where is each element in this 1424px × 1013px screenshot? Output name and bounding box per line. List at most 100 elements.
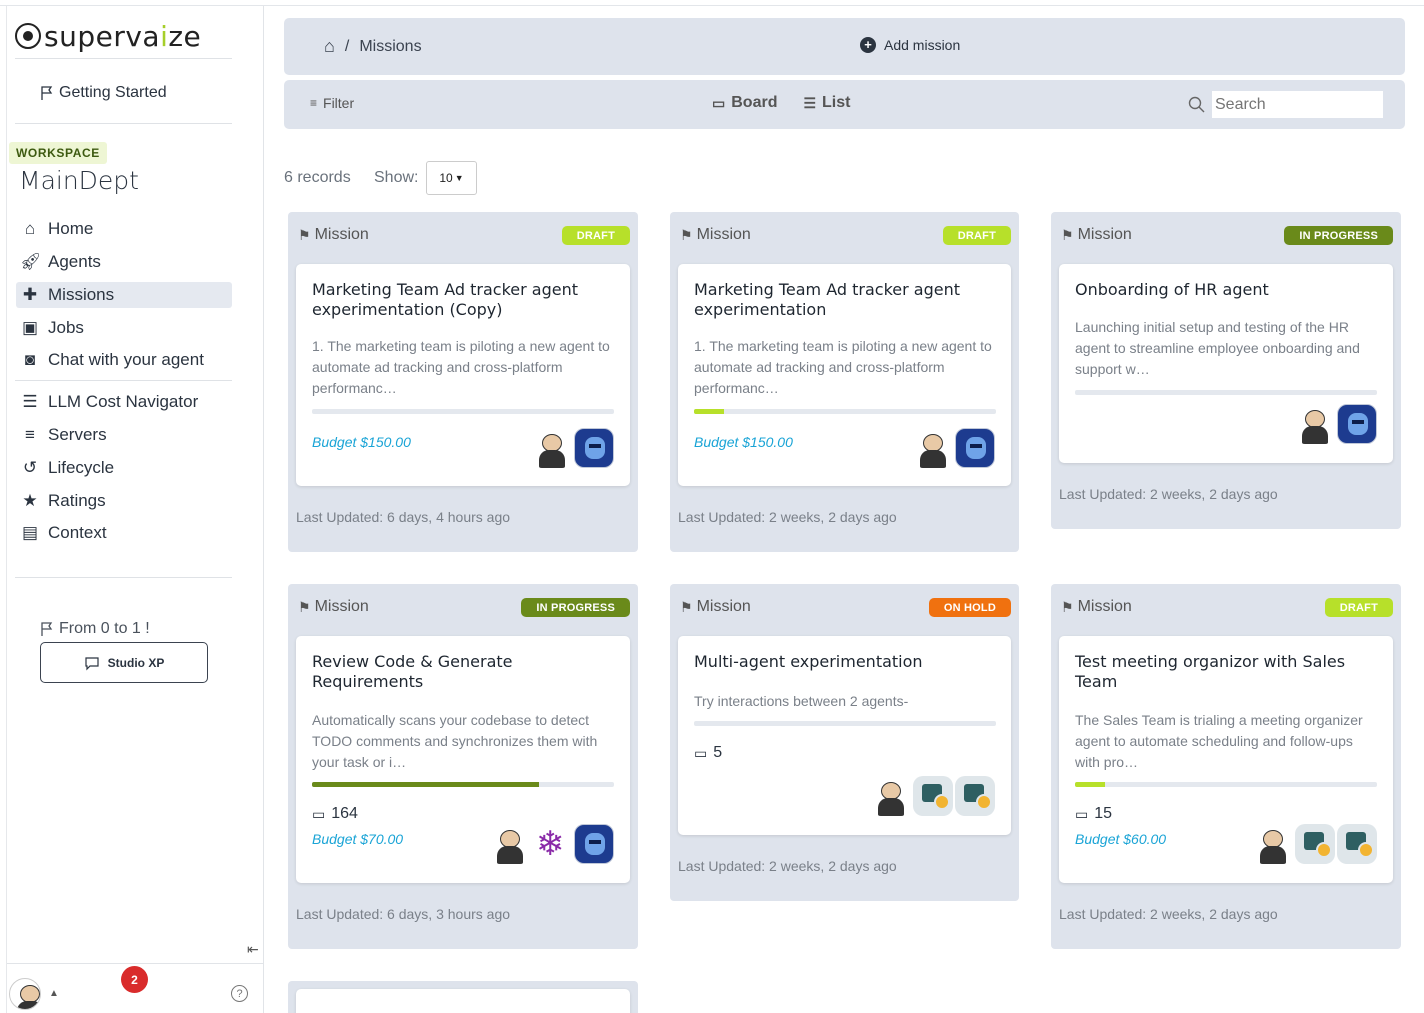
nav-item-chat[interactable]: ◙ Chat with your agent <box>16 347 232 373</box>
workspace-name[interactable]: MainDept <box>19 166 139 195</box>
add-mission-button[interactable]: + Add mission <box>860 37 960 53</box>
agent-avatar[interactable] <box>1295 824 1335 864</box>
mission-column: ⚑ Mission ON HOLD Multi-agent experimenta… <box>670 584 1019 901</box>
briefcase-icon: ▭ <box>312 805 326 822</box>
agent-avatar[interactable] <box>1337 404 1377 444</box>
nav-item-lifecycle[interactable]: ↺ Lifecycle <box>16 455 232 481</box>
divider <box>15 380 232 381</box>
mission-card[interactable]: Test meeting organizor with Sales Team T… <box>1059 636 1393 883</box>
user-avatar[interactable] <box>490 824 530 864</box>
status-badge: IN PROGRESS <box>1284 226 1393 245</box>
mission-description: 1. The marketing team is piloting a new … <box>694 338 992 396</box>
board-label: Board <box>731 94 778 111</box>
nav-label: Home <box>48 219 94 238</box>
agent-avatar[interactable] <box>532 824 572 864</box>
page-size-select[interactable]: 10 ▼ <box>426 161 477 195</box>
mission-header: ⚑ Mission <box>298 226 369 244</box>
progress-bar <box>694 721 996 726</box>
search-box <box>1188 91 1383 118</box>
nav-label: Lifecycle <box>48 458 115 477</box>
last-updated: Last Updated: 6 days, 3 hours ago <box>296 906 511 922</box>
briefcase-icon: ▣ <box>21 318 39 337</box>
records-count: 6 records <box>284 169 351 186</box>
user-avatar[interactable] <box>871 776 911 816</box>
breadcrumb-missions[interactable]: Missions <box>359 38 421 56</box>
mission-title[interactable]: Test meeting organizor with Sales Team <box>1075 652 1381 692</box>
status-badge: IN PROGRESS <box>521 598 630 617</box>
agent-avatar[interactable] <box>955 776 995 816</box>
robot-icon: ◙ <box>24 350 36 369</box>
nav-label: Servers <box>48 425 107 444</box>
help-icon[interactable]: ? <box>231 985 248 1002</box>
mission-title[interactable]: Marketing Team Ad tracker agent experime… <box>694 280 999 320</box>
nav-item-agents[interactable]: 🚀︎ Agents <box>16 249 232 275</box>
jobs-count[interactable]: ▭ 5 <box>694 744 722 762</box>
home-icon[interactable]: ⌂ <box>324 36 335 57</box>
nav-item-jobs[interactable]: ▣ Jobs <box>16 315 232 341</box>
jobs-count[interactable]: ▭ 164 <box>312 805 358 823</box>
mission-card[interactable]: Review Code & Generate Requirements Auto… <box>296 636 630 883</box>
server-icon: ≡ <box>25 425 35 444</box>
agent-avatar[interactable] <box>574 824 614 864</box>
user-avatar[interactable] <box>1253 824 1293 864</box>
user-avatar[interactable] <box>9 978 41 1010</box>
nav-label: Ratings <box>48 491 106 510</box>
mission-card[interactable]: Marketing Team Ad tracker agent experime… <box>296 264 630 486</box>
mission-title[interactable]: Multi-agent experimentation <box>694 652 999 672</box>
budget-text: Budget $150.00 <box>312 434 411 450</box>
collapse-sidebar-icon[interactable]: ⇤ <box>247 941 259 958</box>
status-badge: DRAFT <box>561 226 630 245</box>
search-input[interactable] <box>1212 91 1383 118</box>
user-avatar[interactable] <box>532 428 572 468</box>
mission-title[interactable]: Review Code & Generate Requirements <box>312 652 618 692</box>
progress-bar <box>312 409 614 414</box>
mission-title[interactable]: Onboarding of HR agent <box>1075 280 1381 300</box>
getting-started-link[interactable]: Getting Started <box>39 84 167 102</box>
filter-button[interactable]: ≡ Filter <box>310 95 354 111</box>
nav-item-ratings[interactable]: ★ Ratings <box>16 488 232 514</box>
status-badge: DRAFT <box>942 226 1011 245</box>
nav-item-missions[interactable]: ✚ Missions <box>16 282 232 308</box>
nav-item-home[interactable]: ⌂ Home <box>16 216 232 242</box>
board-view-button[interactable]: ▭ Board <box>712 94 777 112</box>
mission-card[interactable]: Onboarding of HR agent Launching initial… <box>1059 264 1393 463</box>
page-size-value: 10 <box>439 171 453 185</box>
show-label: Show: <box>374 169 419 186</box>
studio-xp-label: Studio XP <box>107 655 165 670</box>
filter-label: Filter <box>323 95 355 111</box>
mission-card[interactable] <box>296 989 630 1013</box>
agent-avatar[interactable] <box>913 776 953 816</box>
chevron-down-icon: ▼ <box>454 173 464 183</box>
progress-bar <box>1075 782 1377 787</box>
mission-title[interactable]: Marketing Team Ad tracker agent experime… <box>312 280 618 320</box>
agent-avatar[interactable] <box>955 428 995 468</box>
list-view-button[interactable]: ☰ List <box>803 94 850 112</box>
agent-avatar[interactable] <box>1337 824 1377 864</box>
nav-item-llm-cost[interactable]: ☰ LLM Cost Navigator <box>16 389 232 415</box>
nav-item-context[interactable]: ▤ Context <box>16 520 232 546</box>
last-updated: Last Updated: 6 days, 4 hours ago <box>296 509 511 525</box>
mission-header: ⚑ Mission <box>680 598 751 616</box>
notification-badge[interactable]: 2 <box>121 966 148 993</box>
mission-description: 1. The marketing team is piloting a new … <box>312 338 610 396</box>
supervaize-logo[interactable]: supervaize <box>15 16 201 56</box>
jobs-count[interactable]: ▭ 15 <box>1075 805 1112 823</box>
getting-started-label: Getting Started <box>59 84 167 101</box>
caret-up-icon[interactable]: ▲ <box>49 988 59 999</box>
chat-bubble-icon <box>85 656 99 670</box>
agent-avatar[interactable] <box>574 428 614 468</box>
from-0-to-1-link[interactable]: From 0 to 1 ! <box>39 620 150 638</box>
add-mission-label: Add mission <box>884 37 961 53</box>
user-avatar[interactable] <box>1295 404 1335 444</box>
mission-card[interactable]: Multi-agent experimentation Try interact… <box>678 636 1011 835</box>
progress-fill <box>694 409 725 414</box>
last-updated: Last Updated: 2 weeks, 2 days ago <box>1059 486 1278 502</box>
nav-item-servers[interactable]: ≡ Servers <box>16 422 232 448</box>
breadcrumb-bar: ⌂ / Missions + Add mission <box>284 18 1405 75</box>
user-avatar[interactable] <box>913 428 953 468</box>
mission-card[interactable]: Marketing Team Ad tracker agent experime… <box>678 264 1011 486</box>
mission-column: ⚑ Mission IN PROGRESS Onboarding of HR ag… <box>1051 212 1401 529</box>
studio-xp-button[interactable]: Studio XP <box>40 642 208 683</box>
flag-icon: ⚑ <box>680 598 693 615</box>
nav-label: Missions <box>48 285 115 304</box>
